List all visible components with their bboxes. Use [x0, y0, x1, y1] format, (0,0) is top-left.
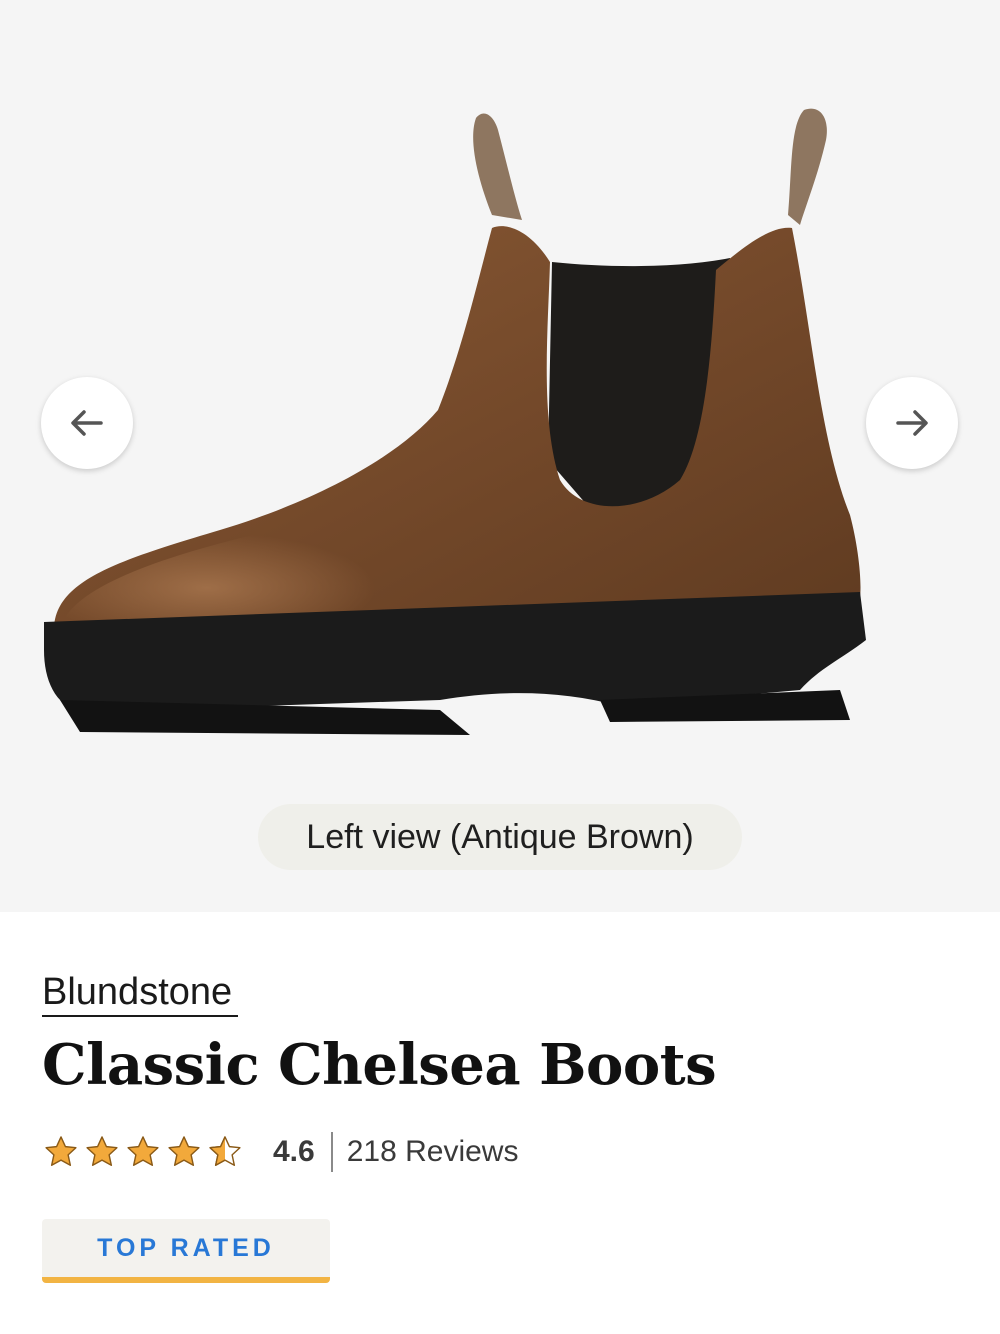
star-half-icon [209, 1136, 241, 1167]
star-full-icon [86, 1136, 118, 1167]
arrow-right-icon [896, 410, 928, 436]
product-image [44, 108, 866, 735]
next-image-button[interactable] [866, 377, 958, 469]
rating-summary[interactable]: 4.6 218 Reviews [42, 1130, 518, 1174]
star-full-icon [45, 1136, 77, 1167]
star-full-icon [168, 1136, 200, 1167]
arrow-left-icon [71, 410, 103, 436]
top-rated-badge: TOP RATED [42, 1219, 330, 1283]
rating-divider [330, 1132, 333, 1172]
reviews-link[interactable]: 218 Reviews [347, 1135, 519, 1169]
star-rating [42, 1133, 244, 1171]
previous-image-button[interactable] [41, 377, 133, 469]
product-title: Classic Chelsea Boots [42, 1032, 717, 1098]
rating-value: 4.6 [273, 1135, 315, 1168]
product-gallery: Left view (Antique Brown) [0, 0, 1000, 912]
image-caption: Left view (Antique Brown) [258, 804, 742, 870]
star-full-icon [127, 1136, 159, 1167]
brand-link[interactable]: Blundstone [42, 970, 239, 1017]
